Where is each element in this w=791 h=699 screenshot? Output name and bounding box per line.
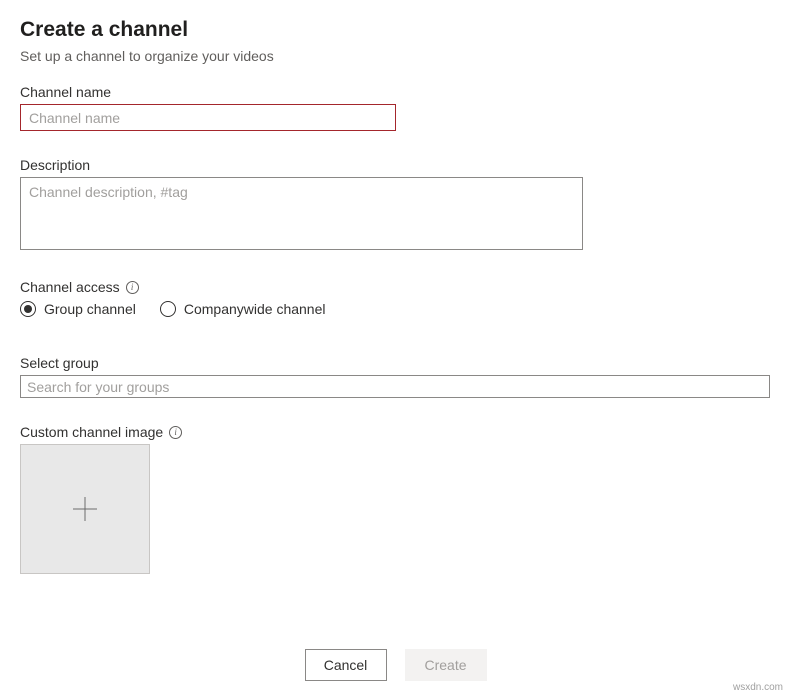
custom-image-label: Custom channel image i xyxy=(20,424,771,440)
radio-group-channel[interactable]: Group channel xyxy=(20,301,136,317)
description-input[interactable] xyxy=(20,177,583,250)
custom-image-field: Custom channel image i xyxy=(20,424,771,574)
watermark: wsxdn.com xyxy=(733,682,783,693)
select-group-field: Select group xyxy=(20,355,771,398)
info-icon[interactable]: i xyxy=(169,426,182,439)
channel-name-label: Channel name xyxy=(20,84,771,100)
cancel-button[interactable]: Cancel xyxy=(305,649,387,681)
radio-companywide-label: Companywide channel xyxy=(184,301,326,317)
channel-name-field: Channel name xyxy=(20,84,771,131)
radio-circle-icon xyxy=(160,301,176,317)
description-label: Description xyxy=(20,157,771,173)
plus-icon xyxy=(72,496,98,522)
select-group-input[interactable] xyxy=(20,375,770,398)
channel-access-label-text: Channel access xyxy=(20,279,120,295)
radio-circle-icon xyxy=(20,301,36,317)
select-group-label: Select group xyxy=(20,355,771,371)
channel-access-radiogroup: Group channel Companywide channel xyxy=(20,301,771,317)
custom-image-label-text: Custom channel image xyxy=(20,424,163,440)
radio-group-label: Group channel xyxy=(44,301,136,317)
channel-access-label: Channel access i xyxy=(20,279,771,295)
channel-access-field: Channel access i Group channel Companywi… xyxy=(20,279,771,317)
page-title: Create a channel xyxy=(20,18,771,42)
page-subtitle: Set up a channel to organize your videos xyxy=(20,48,771,64)
channel-name-input[interactable] xyxy=(20,104,396,131)
footer-actions: Cancel Create xyxy=(0,649,791,681)
radio-companywide-channel[interactable]: Companywide channel xyxy=(160,301,326,317)
create-button[interactable]: Create xyxy=(405,649,487,681)
image-upload-button[interactable] xyxy=(20,444,150,574)
description-field: Description xyxy=(20,157,771,253)
info-icon[interactable]: i xyxy=(126,281,139,294)
